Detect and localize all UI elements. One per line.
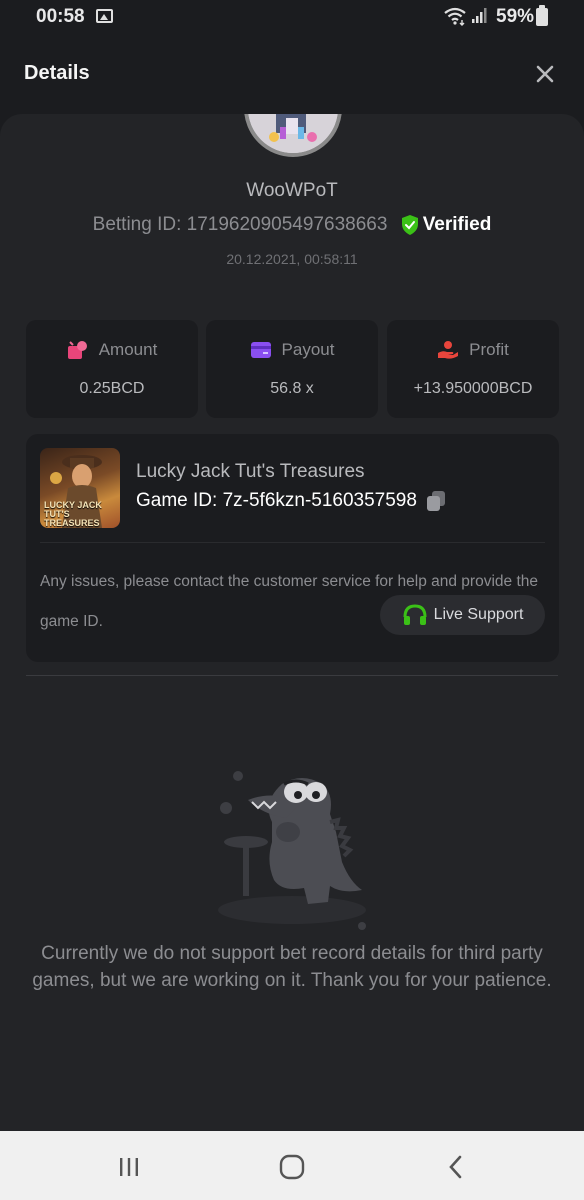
empty-state-message: Currently we do not support bet record d… (32, 943, 552, 991)
recent-apps-icon[interactable] (115, 1153, 143, 1181)
stat-value: 56.8 x (270, 380, 314, 397)
crocodile-mascot-illustration (218, 771, 366, 930)
amount-icon (67, 341, 87, 359)
stat-card-payout: Payout 56.8 x (206, 320, 378, 418)
stat-card-profit: Profit +13.950000BCD (387, 320, 559, 418)
details-header: Details (0, 34, 584, 114)
live-support-button[interactable]: Live Support (380, 595, 545, 635)
back-icon[interactable] (442, 1153, 470, 1181)
payout-card-icon (250, 342, 271, 358)
status-bar: 00:58 59% (0, 0, 584, 34)
divider (40, 542, 545, 543)
stat-card-amount: Amount 0.25BCD (26, 320, 198, 418)
page-title: Details (24, 62, 90, 84)
system-nav-bar (0, 1131, 584, 1200)
game-id: Game ID: 7z-5f6kzn-5160357598 (136, 490, 417, 511)
details-panel: WooWPoT Betting ID: 1719620905497638663 … (0, 114, 584, 1131)
betting-id-row: Betting ID: 1719620905497638663 Verified (0, 214, 584, 236)
wifi-icon (444, 7, 466, 26)
shield-check-icon (401, 215, 418, 235)
avatar-image (248, 114, 338, 153)
headset-icon (403, 604, 427, 625)
stat-value: 0.25BCD (79, 380, 145, 397)
game-thumb-title: LUCKY JACK TUT'S TREASURES (44, 500, 102, 528)
signal-icon (472, 8, 487, 23)
live-support-label: Live Support (433, 606, 524, 623)
stat-label: Profit (469, 340, 509, 359)
betting-id: Betting ID: 1719620905497638663 (92, 214, 388, 235)
verified-badge: Verified (401, 214, 492, 236)
stat-value: +13.950000BCD (413, 380, 533, 397)
avatar (244, 114, 342, 157)
stat-label: Payout (281, 340, 335, 359)
bet-datetime: 20.12.2021, 00:58:11 (226, 251, 358, 267)
battery-icon (536, 5, 548, 26)
verified-label: Verified (422, 214, 492, 235)
section-divider (26, 675, 558, 676)
image-icon (96, 9, 113, 23)
home-icon[interactable] (278, 1153, 306, 1181)
stat-label: Amount (98, 340, 158, 359)
game-card: LUCKY JACK TUT'S TREASURES Lucky Jack Tu… (26, 434, 559, 662)
game-name: Lucky Jack Tut's Treasures (136, 461, 365, 482)
copy-icon[interactable] (425, 490, 447, 512)
username: WooWPoT (246, 180, 338, 201)
profit-hand-icon (438, 341, 459, 359)
battery-percent: 59% (496, 6, 535, 27)
close-icon[interactable] (533, 62, 557, 86)
status-time: 00:58 (36, 6, 85, 27)
game-id-row: Game ID: 7z-5f6kzn-5160357598 (136, 490, 447, 512)
game-thumbnail[interactable]: LUCKY JACK TUT'S TREASURES (40, 448, 120, 528)
